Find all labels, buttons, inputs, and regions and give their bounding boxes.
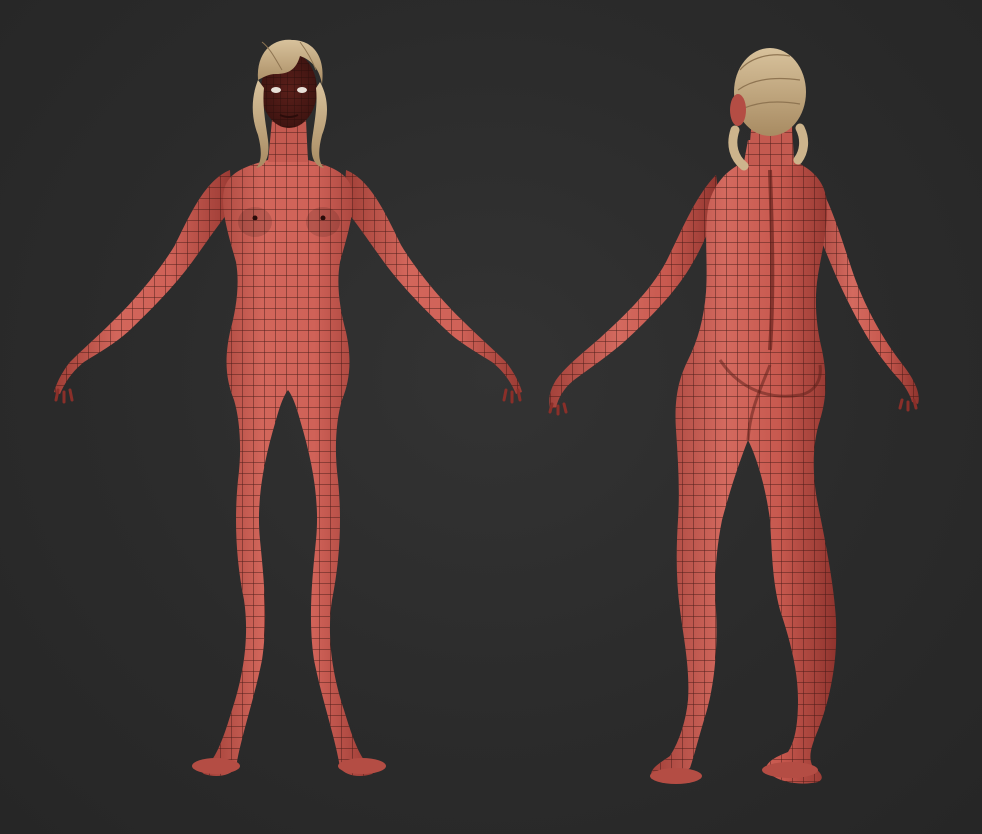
viewport[interactable] xyxy=(0,0,982,834)
front-view-figure xyxy=(54,39,522,776)
back-view-figure xyxy=(548,48,919,784)
render-canvas xyxy=(54,39,919,784)
